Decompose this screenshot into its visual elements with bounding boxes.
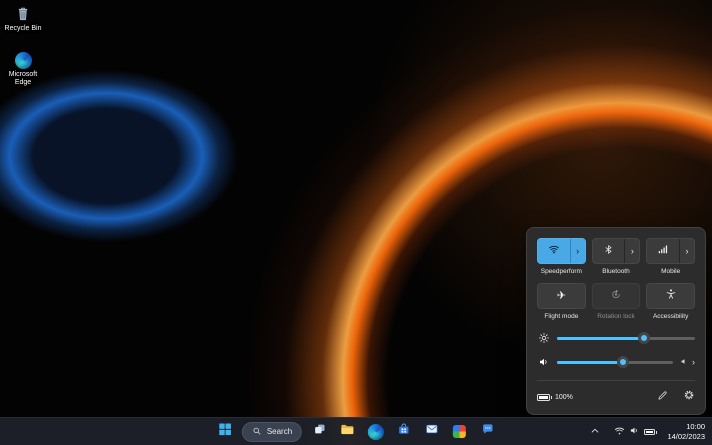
- search-box[interactable]: Search: [242, 422, 302, 442]
- accessibility-icon: [665, 287, 677, 305]
- recycle-bin-icon: [14, 5, 32, 23]
- chat-button[interactable]: [475, 420, 500, 444]
- brightness-slider-row: [537, 332, 695, 344]
- tray-time: 10:00: [667, 422, 705, 432]
- mobile-tile: ›: [646, 238, 695, 264]
- clock[interactable]: 10:00 14/02/2023: [665, 422, 709, 442]
- battery-tray-icon: [644, 429, 655, 435]
- bluetooth-expand-chevron-icon[interactable]: ›: [624, 239, 639, 263]
- wifi-expand-chevron-icon[interactable]: ›: [570, 239, 585, 263]
- battery-percent-label: 100%: [555, 394, 573, 401]
- audio-output-device-icon: [680, 357, 689, 368]
- bluetooth-icon: [603, 242, 614, 260]
- chevron-up-icon: [590, 423, 600, 441]
- desktop-icon-label: Microsoft Edge: [0, 71, 46, 88]
- settings-gear-button[interactable]: [683, 388, 695, 406]
- wifi-tile: ›: [537, 238, 586, 264]
- mail-icon: [425, 422, 439, 441]
- wifi-icon: [548, 242, 560, 260]
- desktop-icon-microsoft-edge[interactable]: Microsoft Edge: [0, 52, 46, 88]
- bluetooth-toggle-button[interactable]: [593, 239, 625, 263]
- mobile-toggle-button[interactable]: [647, 239, 679, 263]
- search-label: Search: [267, 427, 292, 436]
- tray-overflow-button[interactable]: [586, 420, 604, 444]
- store-icon: [397, 422, 411, 441]
- accessibility-toggle-button[interactable]: [646, 283, 695, 309]
- audio-output-selector[interactable]: ›: [680, 357, 695, 368]
- volume-slider-thumb[interactable]: [617, 356, 629, 368]
- photos-button[interactable]: [447, 420, 472, 444]
- start-button[interactable]: [212, 420, 237, 444]
- mobile-tile-label: Mobile: [646, 268, 695, 275]
- accessibility-tile-label: Accessibility: [646, 313, 695, 320]
- quick-settings-footer: 100%: [537, 380, 695, 406]
- edit-quick-settings-button[interactable]: [657, 388, 668, 406]
- system-tray: 10:00 14/02/2023: [586, 418, 709, 445]
- tray-date: 14/02/2023: [667, 432, 705, 442]
- store-button[interactable]: [391, 420, 416, 444]
- taskbar: Search: [0, 417, 712, 445]
- flight-mode-toggle-button[interactable]: ✈: [537, 283, 586, 309]
- bluetooth-tile-label: Bluetooth: [592, 268, 641, 275]
- quick-settings-panel: › Speedperform › Bluetooth ›: [526, 227, 706, 415]
- desktop-icon-label: Recycle Bin: [5, 25, 42, 33]
- cellular-icon: [657, 242, 669, 260]
- brightness-slider[interactable]: [557, 337, 695, 340]
- edge-icon: [15, 52, 32, 69]
- rotation-lock-icon: [610, 287, 622, 305]
- flight-mode-tile-label: Flight mode: [537, 313, 586, 320]
- volume-slider-row: ›: [537, 356, 695, 368]
- brightness-icon: [537, 332, 550, 344]
- desktop: Recycle Bin Microsoft Edge › Speedperfor…: [0, 0, 712, 445]
- rotation-lock-toggle-button: [592, 283, 641, 309]
- battery-icon: [537, 394, 550, 401]
- mobile-expand-chevron-icon[interactable]: ›: [679, 239, 694, 263]
- taskbar-center-group: Search: [212, 418, 500, 445]
- windows-logo-icon: [217, 422, 231, 441]
- edge-icon: [368, 424, 384, 440]
- bluetooth-tile: ›: [592, 238, 641, 264]
- quick-settings-row-1: › Speedperform › Bluetooth ›: [537, 238, 695, 275]
- volume-tray-icon: [629, 423, 640, 441]
- battery-status[interactable]: 100%: [537, 394, 573, 401]
- file-explorer-button[interactable]: [335, 420, 360, 444]
- brightness-slider-thumb[interactable]: [638, 332, 650, 344]
- quick-settings-tray-button[interactable]: [611, 420, 658, 444]
- desktop-icon-recycle-bin[interactable]: Recycle Bin: [0, 5, 46, 33]
- brightness-slider-fill: [557, 337, 644, 340]
- task-view-button[interactable]: [307, 420, 332, 444]
- wifi-tray-icon: [614, 423, 625, 441]
- chat-icon: [481, 422, 495, 441]
- photos-icon: [453, 425, 466, 438]
- airplane-icon: ✈: [557, 291, 566, 302]
- edge-button[interactable]: [363, 420, 388, 444]
- volume-slider-fill: [557, 361, 623, 364]
- mail-button[interactable]: [419, 420, 444, 444]
- volume-slider[interactable]: [557, 361, 673, 364]
- task-view-icon: [313, 422, 327, 441]
- wifi-tile-label: Speedperform: [537, 268, 586, 275]
- volume-icon: [537, 356, 550, 368]
- audio-output-chevron-icon: ›: [692, 357, 695, 367]
- quick-settings-row-2: ✈ Flight mode Rotation lock Accessibilit…: [537, 283, 695, 320]
- wifi-toggle-button[interactable]: [538, 239, 570, 263]
- rotation-lock-tile-label: Rotation lock: [592, 313, 641, 320]
- file-explorer-icon: [340, 422, 355, 442]
- search-icon: [252, 426, 262, 438]
